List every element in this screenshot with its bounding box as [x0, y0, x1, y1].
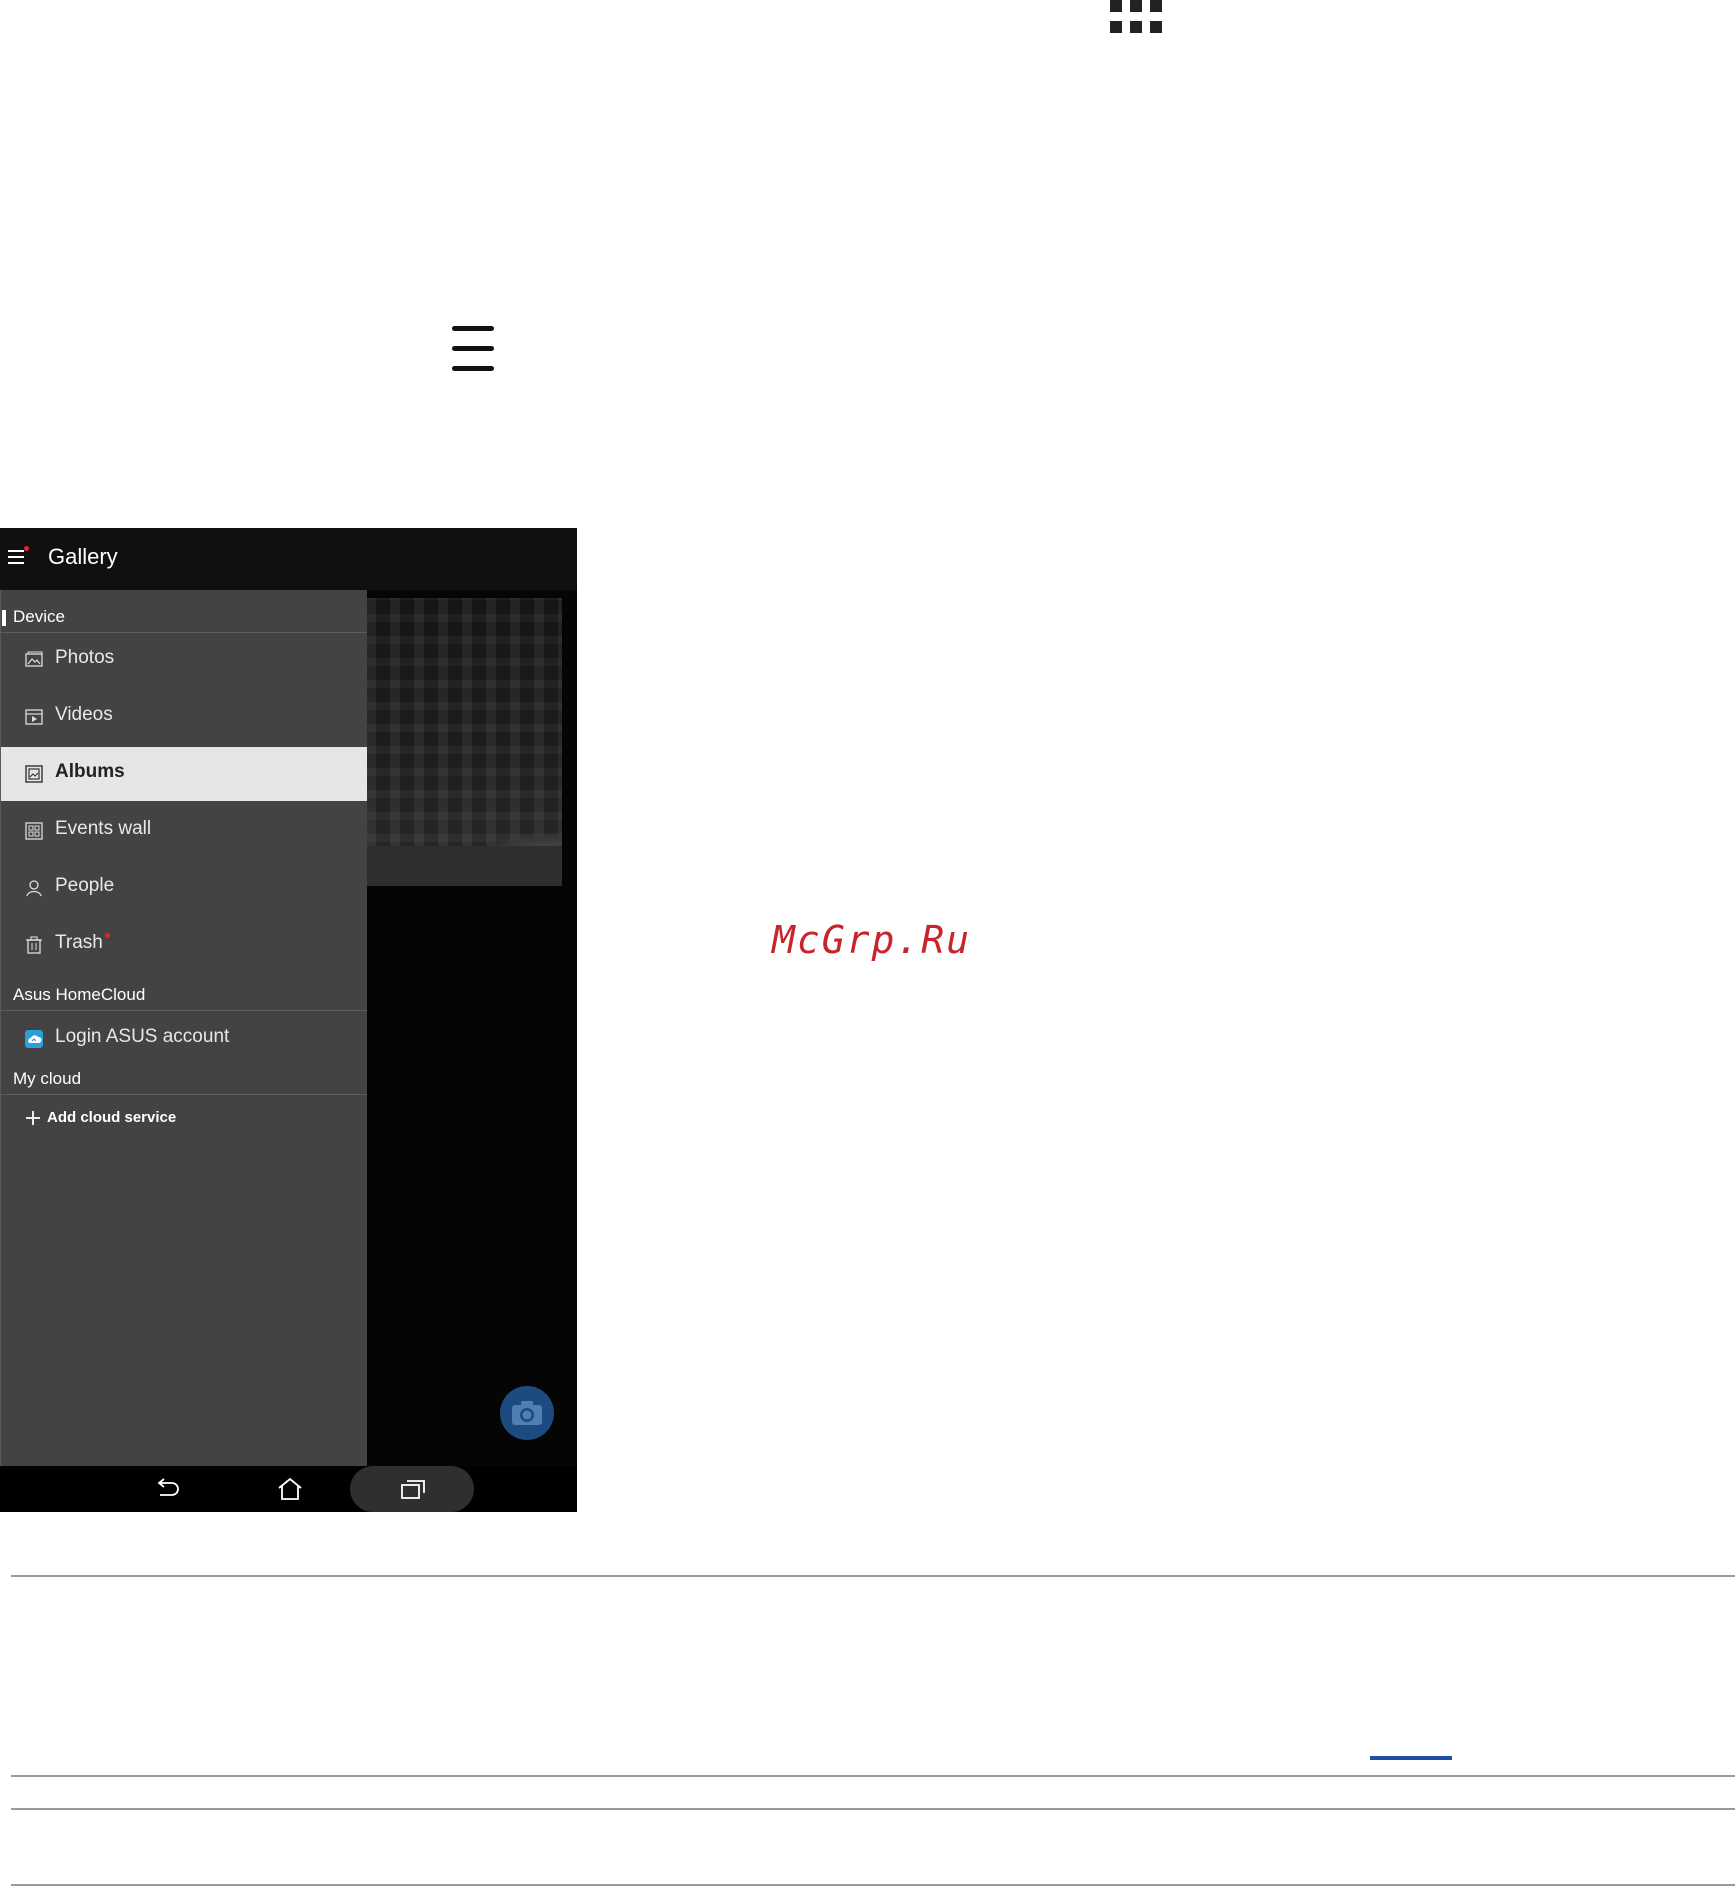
add-cloud-label: Add cloud service — [47, 1109, 177, 1126]
divider-rule — [11, 1575, 1735, 1577]
camera-icon — [512, 1401, 542, 1425]
recents-icon — [401, 1480, 425, 1499]
menu-icon — [452, 326, 494, 371]
asus-cloud-icon — [25, 1030, 43, 1048]
gallery-screenshot: Gallery Device Photos Videos Albums Even… — [0, 528, 577, 1512]
drawer-item-label: Albums — [55, 761, 125, 782]
system-navigation-bar — [0, 1466, 577, 1512]
events-wall-icon — [25, 822, 43, 840]
navigation-drawer: Device Photos Videos Albums Events wall … — [0, 590, 367, 1466]
section-divider — [1, 1094, 367, 1095]
photo-caption-band — [366, 846, 562, 886]
divider-rule — [11, 1884, 1735, 1886]
drawer-item-people[interactable]: People — [1, 861, 367, 915]
drawer-item-label: People — [55, 875, 115, 896]
section-header-mycloud: My cloud — [13, 1069, 82, 1088]
section-header-homecloud: Asus HomeCloud — [13, 985, 146, 1004]
videos-icon — [25, 709, 43, 725]
section-marker — [2, 610, 6, 626]
watermark: McGrp.Ru — [772, 918, 972, 962]
drawer-item-label: Login ASUS account — [55, 1026, 230, 1047]
app-title: Gallery — [48, 544, 118, 569]
drawer-item-label: Events wall — [55, 818, 152, 839]
plus-icon — [26, 1111, 40, 1125]
apps-grid-icon — [1110, 0, 1162, 33]
drawer-item-albums[interactable]: Albums — [1, 747, 367, 801]
notification-dot — [24, 546, 29, 551]
drawer-item-videos[interactable]: Videos — [1, 690, 367, 744]
trash-badge — [105, 933, 110, 938]
drawer-item-label: Photos — [55, 647, 115, 668]
drawer-item-login-asus[interactable]: Login ASUS account — [1, 1012, 367, 1066]
photo-thumbnail[interactable] — [366, 598, 562, 886]
person-icon — [26, 880, 42, 897]
add-cloud-service-button[interactable]: Add cloud service — [1, 1098, 367, 1138]
albums-icon — [25, 765, 43, 783]
back-button[interactable] — [104, 1466, 228, 1512]
trash-icon — [26, 936, 42, 954]
link-underline[interactable] — [1370, 1756, 1452, 1760]
home-icon — [278, 1477, 302, 1500]
recents-button[interactable] — [350, 1466, 474, 1512]
app-bar: Gallery — [0, 528, 577, 590]
drawer-item-label: Videos — [55, 704, 113, 725]
section-divider — [1, 1010, 367, 1011]
drawer-item-photos[interactable]: Photos — [1, 633, 367, 687]
divider-rule — [11, 1808, 1735, 1810]
section-header-device: Device — [13, 607, 65, 626]
back-icon — [157, 1478, 179, 1496]
divider-rule — [11, 1775, 1735, 1777]
home-button[interactable] — [227, 1466, 351, 1512]
camera-button[interactable] — [500, 1386, 554, 1440]
photos-icon — [25, 651, 43, 667]
drawer-item-events-wall[interactable]: Events wall — [1, 804, 367, 858]
drawer-item-trash[interactable]: Trash — [1, 918, 367, 972]
drawer-item-label: Trash — [55, 932, 103, 953]
